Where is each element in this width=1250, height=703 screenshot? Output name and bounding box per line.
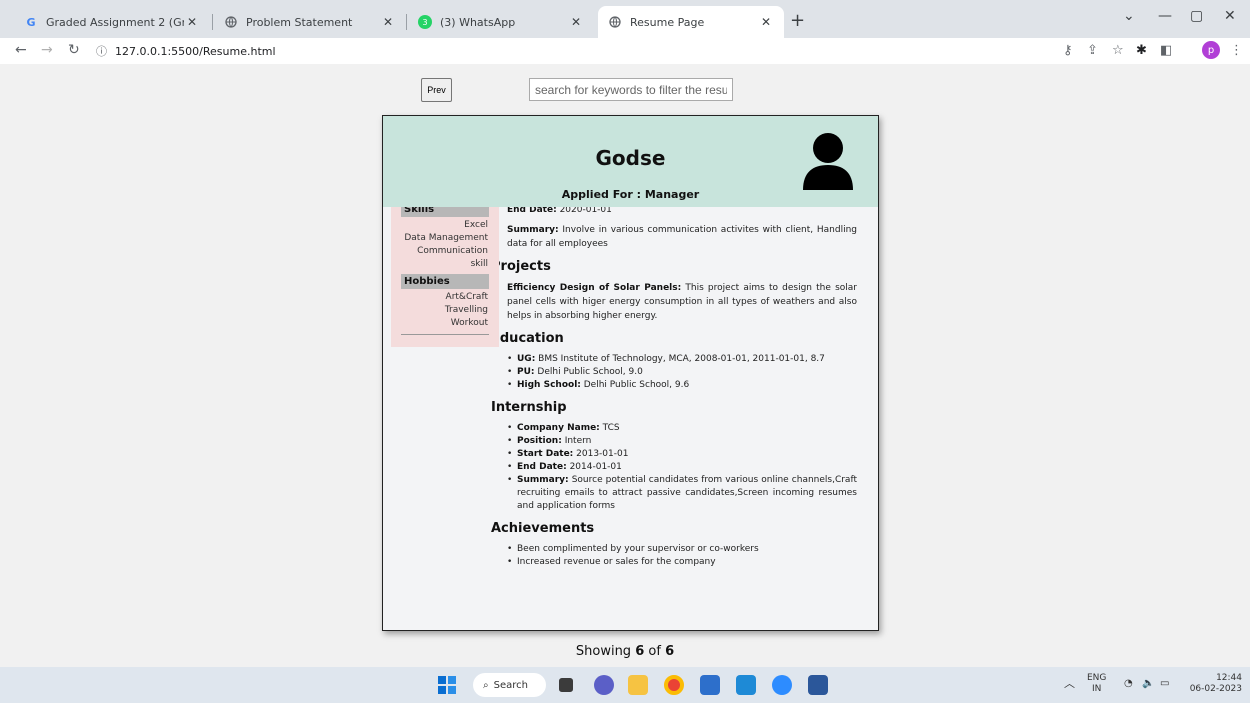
globe-icon xyxy=(224,15,238,29)
list-item: PU: Delhi Public School, 9.0 xyxy=(507,366,857,379)
skill-item: Data Management xyxy=(404,233,488,243)
resume-header: Godse Applied For : Manager xyxy=(383,116,878,207)
user-avatar-icon xyxy=(803,133,853,190)
work-summary: Summary: Involve in various communicatio… xyxy=(507,225,857,249)
page-viewport: Prev Godse Applied For : Manager Technic… xyxy=(0,64,1250,667)
address-bar[interactable]: ⓘ 127.0.0.1:5500/Resume.html xyxy=(96,41,276,61)
browser-toolbar: ← → ↻ ⓘ 127.0.0.1:5500/Resume.html ⚷ ⇪ ☆… xyxy=(0,38,1250,64)
pagination-status: Showing 6 of 6 xyxy=(575,644,675,659)
project-item: Efficiency Design of Solar Panels: This … xyxy=(507,283,857,321)
skill-item: Excel xyxy=(464,220,488,230)
search-icon: ⌕ xyxy=(483,679,489,691)
task-view-icon[interactable] xyxy=(559,678,573,692)
list-item: Start Date: 2013-01-01 xyxy=(507,448,857,461)
language-indicator[interactable]: ENG IN xyxy=(1087,673,1106,695)
tab-title: (3) WhatsApp xyxy=(440,15,516,29)
internship-heading: Internship xyxy=(491,400,567,415)
back-arrow-icon[interactable]: ← xyxy=(15,42,27,58)
wifi-icon[interactable]: ◔ xyxy=(1124,678,1133,689)
list-item: Position: Intern xyxy=(507,435,857,448)
url-text[interactable]: 127.0.0.1:5500/Resume.html xyxy=(115,45,276,58)
info-icon[interactable]: ⓘ xyxy=(96,43,107,59)
file-explorer-icon[interactable] xyxy=(628,675,648,695)
vscode-icon[interactable] xyxy=(736,675,756,695)
share-icon[interactable]: ⇪ xyxy=(1087,43,1098,58)
skill-item: Communication xyxy=(417,246,488,256)
tab-problem-statement[interactable]: Problem Statement ✕ xyxy=(214,6,406,38)
battery-icon[interactable]: ▭ xyxy=(1160,678,1169,689)
sidebar-divider xyxy=(401,334,489,335)
tab-separator xyxy=(406,14,407,30)
new-tab-plus-icon[interactable]: + xyxy=(790,10,805,31)
whatsapp-icon: 3 xyxy=(418,15,432,29)
globe-icon xyxy=(608,15,622,29)
education-list: UG: BMS Institute of Technology, MCA, 20… xyxy=(507,353,857,392)
achievements-list: Been complimented by your supervisor or … xyxy=(507,543,857,569)
list-item: Been complimented by your supervisor or … xyxy=(507,543,857,556)
list-item: Increased revenue or sales for the compa… xyxy=(507,556,857,569)
forward-arrow-icon[interactable]: → xyxy=(41,42,53,58)
menu-kebab-icon[interactable]: ⋮ xyxy=(1230,43,1243,58)
taskbar-search[interactable]: ⌕ Search xyxy=(473,673,546,697)
list-item: High School: Delhi Public School, 9.6 xyxy=(507,379,857,392)
tab-title: Resume Page xyxy=(630,15,705,29)
minimize-icon[interactable]: — xyxy=(1158,8,1172,24)
hobby-item: Travelling xyxy=(444,305,488,315)
browser-tab-strip: G Graded Assignment 2 (Group): Ja ✕ Prob… xyxy=(0,0,1250,38)
hobby-item: Workout xyxy=(450,318,488,328)
reload-icon[interactable]: ↻ xyxy=(68,42,80,58)
hobbies-heading: Hobbies xyxy=(401,274,489,289)
clock[interactable]: 12:44 06-02-2023 xyxy=(1184,673,1242,695)
prev-button[interactable]: Prev xyxy=(421,78,452,102)
list-item: Company Name: TCS xyxy=(507,422,857,435)
tab-title: Graded Assignment 2 (Group): Ja xyxy=(46,15,184,29)
google-g-icon: G xyxy=(26,15,36,29)
resume-sidebar: Technical Skills Excel Data Management C… xyxy=(391,191,499,347)
list-item: UG: BMS Institute of Technology, MCA, 20… xyxy=(507,353,857,366)
windows-taskbar: ⌕ Search ︿ ENG IN ◔ 🔈 ▭ 12:44 06-02-2023 xyxy=(0,667,1250,703)
resume-content: End Date: 2020-01-01 Summary: Involve in… xyxy=(491,203,857,569)
hobby-item: Art&Craft xyxy=(445,292,488,302)
close-window-icon[interactable]: ✕ xyxy=(1224,8,1236,24)
key-icon[interactable]: ⚷ xyxy=(1063,43,1073,58)
close-icon[interactable]: ✕ xyxy=(380,15,396,29)
windows-start-icon[interactable] xyxy=(438,676,456,694)
volume-icon[interactable]: 🔈 xyxy=(1142,678,1154,689)
close-icon[interactable]: ✕ xyxy=(568,15,584,29)
tray-chevron-icon[interactable]: ︿ xyxy=(1064,678,1075,689)
zoom-icon[interactable] xyxy=(772,675,792,695)
tab-graded-assignment[interactable]: G Graded Assignment 2 (Group): Ja ✕ xyxy=(14,6,210,38)
profile-avatar[interactable]: p xyxy=(1202,41,1220,59)
maximize-icon[interactable]: ▢ xyxy=(1190,8,1203,24)
chrome-icon[interactable] xyxy=(664,675,684,695)
list-item: End Date: 2014-01-01 xyxy=(507,461,857,474)
side-panel-icon[interactable]: ◧ xyxy=(1160,43,1172,58)
close-icon[interactable]: ✕ xyxy=(184,15,200,29)
tab-separator xyxy=(212,14,213,30)
bookmark-star-icon[interactable]: ☆ xyxy=(1112,43,1124,58)
education-heading: Education xyxy=(491,331,564,346)
tab-title: Problem Statement xyxy=(246,15,353,29)
word-icon[interactable] xyxy=(808,675,828,695)
list-item: Summary: Source potential candidates fro… xyxy=(507,474,857,513)
tab-search-chevron-icon[interactable]: ⌄ xyxy=(1123,8,1135,24)
close-icon[interactable]: ✕ xyxy=(758,15,774,29)
chat-icon[interactable] xyxy=(594,675,614,695)
search-input[interactable] xyxy=(529,78,733,101)
tab-resume-page[interactable]: Resume Page ✕ xyxy=(598,6,784,38)
tab-whatsapp[interactable]: 3 (3) WhatsApp ✕ xyxy=(408,6,594,38)
extensions-puzzle-icon[interactable]: ✱ xyxy=(1136,43,1147,58)
store-icon[interactable] xyxy=(700,675,720,695)
skill-item: skill xyxy=(470,259,488,269)
projects-heading: Projects xyxy=(491,259,551,274)
achievements-heading: Achievements xyxy=(491,521,595,536)
resume-card: Godse Applied For : Manager Technical Sk… xyxy=(382,115,879,631)
internship-list: Company Name: TCS Position: Intern Start… xyxy=(507,422,857,513)
